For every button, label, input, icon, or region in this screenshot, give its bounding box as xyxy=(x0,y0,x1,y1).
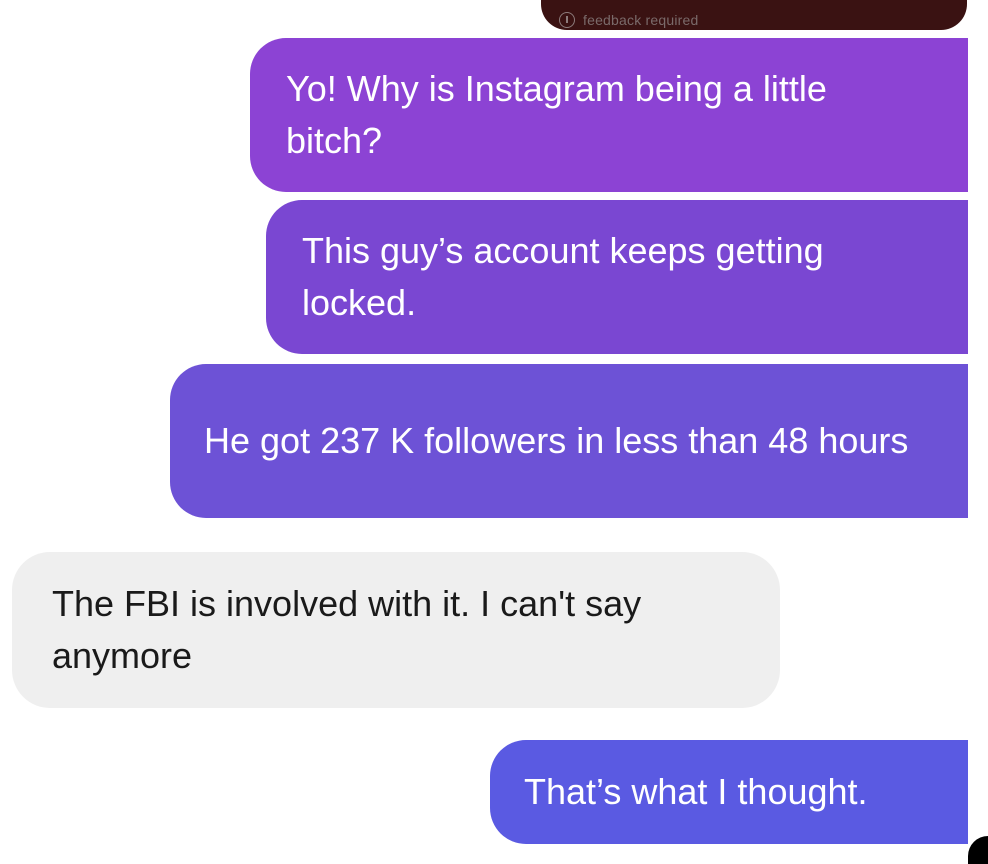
received-message[interactable]: The FBI is involved with it. I can't say… xyxy=(12,552,780,708)
info-icon xyxy=(559,12,575,28)
message-text: That’s what I thought. xyxy=(524,771,868,812)
message-text: He got 237 K followers in less than 48 h… xyxy=(204,420,909,461)
chat-thread: feedback required Yo! Why is Instagram b… xyxy=(0,0,988,864)
feedback-required-label: feedback required xyxy=(583,12,699,28)
message-text: Yo! Why is Instagram being a little bitc… xyxy=(286,68,827,161)
previous-message-bubble[interactable]: feedback required xyxy=(541,0,967,30)
sent-message[interactable]: Yo! Why is Instagram being a little bitc… xyxy=(250,38,968,192)
sent-message[interactable]: That’s what I thought. xyxy=(490,740,968,844)
screen-edge xyxy=(968,0,988,864)
message-text: This guy’s account keeps getting locked. xyxy=(302,230,824,323)
sent-message[interactable]: He got 237 K followers in less than 48 h… xyxy=(170,364,968,518)
sent-message[interactable]: This guy’s account keeps getting locked. xyxy=(266,200,968,354)
message-text: The FBI is involved with it. I can't say… xyxy=(52,583,642,676)
feedback-badge: feedback required xyxy=(559,12,698,28)
